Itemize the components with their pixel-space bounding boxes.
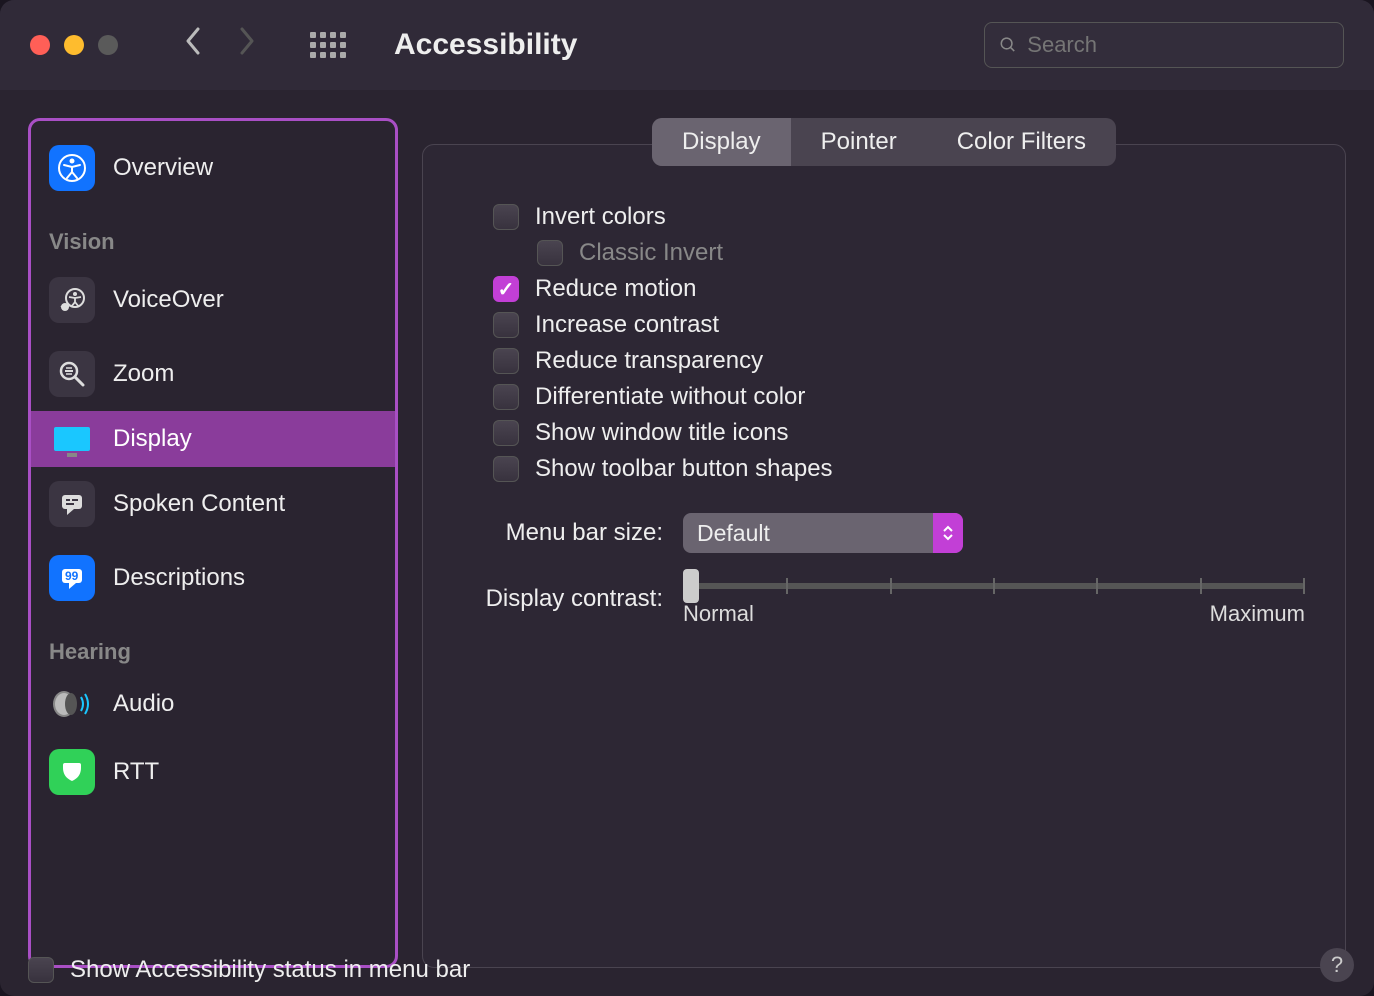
checkbox-row-differentiate[interactable]: Differentiate without color: [493, 383, 1305, 411]
checkbox-reduce-transparency[interactable]: [493, 348, 519, 374]
tab-display[interactable]: Display: [652, 118, 791, 166]
sidebar-item-zoom[interactable]: Zoom: [31, 337, 395, 411]
select-value: Default: [697, 520, 770, 547]
slider-max-label: Maximum: [1210, 601, 1305, 627]
sidebar-item-label: VoiceOver: [113, 286, 224, 314]
checkbox-toolbar-shapes[interactable]: [493, 456, 519, 482]
accessibility-window: Accessibility Overview Vision VoiceOver: [0, 0, 1374, 996]
sidebar-item-descriptions[interactable]: 99 Descriptions: [31, 541, 395, 615]
sidebar-item-spoken-content[interactable]: Spoken Content: [31, 467, 395, 541]
display-contrast-label: Display contrast:: [463, 583, 663, 613]
menubar-size-label: Menu bar size:: [463, 519, 663, 547]
sidebar-section-vision: Vision: [31, 205, 395, 263]
tab-pointer[interactable]: Pointer: [791, 118, 927, 166]
checkbox-row-reduce-motion[interactable]: Reduce motion: [493, 275, 1305, 303]
nav-arrows: [184, 27, 256, 63]
sidebar-item-label: Spoken Content: [113, 490, 285, 518]
checkbox-row-increase-contrast[interactable]: Increase contrast: [493, 311, 1305, 339]
search-field[interactable]: [984, 22, 1344, 68]
slider-thumb[interactable]: [683, 569, 699, 603]
checkbox-label: Reduce transparency: [535, 347, 763, 375]
checkbox-classic-invert: [537, 240, 563, 266]
help-button[interactable]: ?: [1320, 948, 1354, 982]
sidebar-item-display[interactable]: Display: [31, 411, 395, 467]
checkbox-label: Invert colors: [535, 203, 666, 231]
body: Overview Vision VoiceOver Zoom Displa: [0, 90, 1374, 996]
checkbox-row-toolbar-shapes[interactable]: Show toolbar button shapes: [493, 455, 1305, 483]
slider-min-label: Normal: [683, 601, 754, 627]
checkbox-row-invert-colors[interactable]: Invert colors: [493, 203, 1305, 231]
show-all-button[interactable]: [310, 32, 346, 58]
sidebar-item-label: Descriptions: [113, 564, 245, 592]
sidebar-item-voiceover[interactable]: VoiceOver: [31, 263, 395, 337]
search-input[interactable]: [1027, 32, 1329, 58]
accessibility-icon: [49, 145, 95, 191]
display-contrast-row: Display contrast: Normal Maximum: [463, 583, 1305, 627]
display-panel: Invert colors Classic Invert Reduce moti…: [422, 144, 1346, 968]
sidebar-section-hearing: Hearing: [31, 615, 395, 673]
checkbox-invert-colors[interactable]: [493, 204, 519, 230]
checkbox-row-title-icons[interactable]: Show window title icons: [493, 419, 1305, 447]
footer-checkbox-row[interactable]: Show Accessibility status in menu bar: [28, 956, 470, 984]
spoken-content-icon: [49, 481, 95, 527]
sidebar-item-label: Audio: [113, 690, 174, 718]
sidebar-item-label: RTT: [113, 758, 159, 786]
content-area: Display Pointer Color Filters Invert col…: [422, 118, 1346, 968]
svg-text:99: 99: [65, 569, 79, 583]
sidebar-item-label: Overview: [113, 154, 213, 182]
minimize-button[interactable]: [64, 35, 84, 55]
window-controls: [30, 35, 118, 55]
rtt-icon: [49, 749, 95, 795]
sidebar-item-rtt[interactable]: RTT: [31, 735, 395, 809]
menubar-size-row: Menu bar size: Default: [463, 513, 1305, 553]
display-icon: [49, 427, 95, 451]
checkbox-label: Show window title icons: [535, 419, 788, 447]
sidebar-item-label: Zoom: [113, 360, 174, 388]
checkbox-differentiate[interactable]: [493, 384, 519, 410]
segmented-control: Display Pointer Color Filters: [652, 118, 1116, 166]
descriptions-icon: 99: [49, 555, 95, 601]
checkbox-row-classic-invert: Classic Invert: [537, 239, 1305, 267]
voiceover-icon: [49, 277, 95, 323]
titlebar: Accessibility: [0, 0, 1374, 90]
menubar-size-select[interactable]: Default: [683, 513, 963, 553]
checkbox-label: Show Accessibility status in menu bar: [70, 956, 470, 984]
page-title: Accessibility: [394, 28, 577, 62]
sidebar-item-label: Display: [113, 425, 192, 453]
tab-bar: Display Pointer Color Filters: [422, 118, 1346, 166]
sidebar-item-audio[interactable]: Audio: [31, 673, 395, 735]
checkbox-increase-contrast[interactable]: [493, 312, 519, 338]
sidebar: Overview Vision VoiceOver Zoom Displa: [28, 118, 398, 968]
forward-button: [238, 27, 256, 63]
checkbox-status-menubar[interactable]: [28, 957, 54, 983]
tab-color-filters[interactable]: Color Filters: [927, 118, 1116, 166]
search-icon: [999, 35, 1017, 55]
select-stepper-icon: [933, 513, 963, 553]
sidebar-item-overview[interactable]: Overview: [31, 131, 395, 205]
display-contrast-slider[interactable]: Normal Maximum: [683, 583, 1305, 627]
checkbox-label: Differentiate without color: [535, 383, 805, 411]
zoom-icon: [49, 351, 95, 397]
checkbox-label: Increase contrast: [535, 311, 719, 339]
close-button[interactable]: [30, 35, 50, 55]
audio-icon: [49, 687, 95, 721]
checkbox-reduce-motion[interactable]: [493, 276, 519, 302]
checkbox-title-icons[interactable]: [493, 420, 519, 446]
checkbox-label: Reduce motion: [535, 275, 696, 303]
checkbox-row-reduce-transparency[interactable]: Reduce transparency: [493, 347, 1305, 375]
checkbox-label: Classic Invert: [579, 239, 723, 267]
back-button[interactable]: [184, 27, 202, 63]
checkbox-label: Show toolbar button shapes: [535, 455, 833, 483]
zoom-button: [98, 35, 118, 55]
